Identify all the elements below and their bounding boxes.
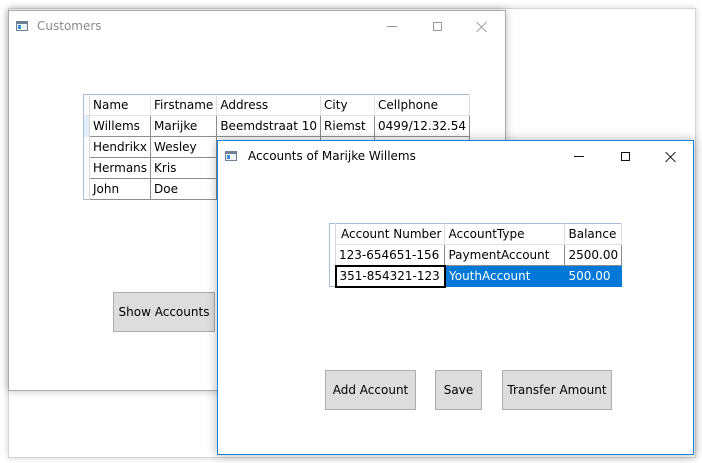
window-app-icon [225,151,237,161]
cell-balance[interactable]: 500.00 [564,265,623,287]
cell-name[interactable]: Hermans [88,157,152,179]
column-header-city[interactable]: City [320,94,376,116]
customers-titlebar[interactable]: Customers [9,11,505,42]
maximize-button[interactable] [602,141,648,172]
cell-name[interactable]: Willems [88,115,152,137]
accounts-titlebar[interactable]: Accounts of Marijke Willems [218,141,693,172]
cell-name[interactable]: John [88,178,152,200]
column-header-name[interactable]: Name [89,94,152,116]
save-button[interactable]: Save [435,370,482,410]
accounts-grid[interactable]: Account Number AccountType Balance 123-6… [329,223,623,288]
minimize-button[interactable] [556,141,602,172]
transfer-amount-button[interactable]: Transfer Amount [502,370,612,410]
customers-window-title: Customers [37,19,102,33]
accounts-window: Accounts of Marijke Willems Account Numb… [217,140,694,455]
cell-name[interactable]: Hendrikx [88,136,152,158]
show-accounts-button[interactable]: Show Accounts [113,292,215,332]
column-header-account-number[interactable]: Account Number [335,223,446,245]
maximize-icon [620,152,630,161]
add-account-button[interactable]: Add Account [325,370,416,410]
cell-address[interactable]: Beemdstraat 10 [216,115,322,137]
column-header-balance[interactable]: Balance [564,223,623,245]
cell-firstname[interactable]: Doe [150,178,218,200]
cell-firstname[interactable]: Kris [150,157,218,179]
cell-account-number[interactable]: 123-654651-156 [334,244,446,266]
cell-firstname[interactable]: Wesley [150,136,218,158]
window-app-icon [16,21,28,31]
maximize-icon [432,22,442,31]
minimize-icon [387,26,397,27]
cell-account-type[interactable]: YouthAccount [444,265,566,287]
close-button[interactable] [459,11,505,42]
column-header-account-type[interactable]: AccountType [444,223,566,245]
grid-header-row: Account Number AccountType Balance [329,223,623,245]
cell-city[interactable]: Riemst [320,115,376,137]
account-row[interactable]: 123-654651-156 PaymentAccount 2500.00 [329,244,623,266]
close-icon [476,21,488,33]
cell-account-number-editor[interactable]: 351-854321-123 [334,264,446,288]
grid-header-row: Name Firstname Address City Cellphone [83,94,471,116]
customer-row[interactable]: Willems Marijke Beemdstraat 10 Riemst 04… [83,115,471,137]
cell-balance[interactable]: 2500.00 [564,244,623,266]
accounts-window-title: Accounts of Marijke Willems [248,149,416,163]
cell-account-type[interactable]: PaymentAccount [444,244,566,266]
cell-firstname[interactable]: Marijke [150,115,218,137]
column-header-cellphone[interactable]: Cellphone [374,94,471,116]
close-button[interactable] [648,141,694,172]
minimize-icon [574,156,584,157]
minimize-button[interactable] [369,11,415,42]
cell-cellphone[interactable]: 0499/12.32.54 [374,115,471,137]
column-header-address[interactable]: Address [216,94,322,116]
close-icon [665,151,677,163]
column-header-firstname[interactable]: Firstname [150,94,218,116]
account-row[interactable]: 351-854321-123 YouthAccount 500.00 [329,264,623,288]
maximize-button[interactable] [414,11,460,42]
